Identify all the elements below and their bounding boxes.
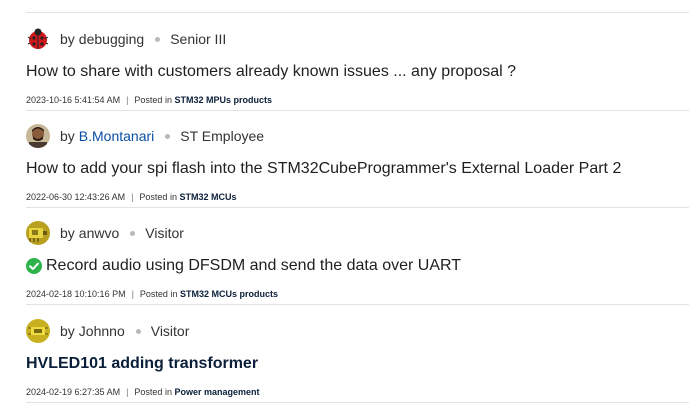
separator-dot bbox=[135, 328, 141, 334]
divider bbox=[26, 207, 689, 208]
post-timestamp: 2023-10-16 5:41:54 AM bbox=[26, 95, 121, 105]
post-title[interactable]: Record audio using DFSDM and send the da… bbox=[26, 257, 461, 275]
board-link[interactable]: STM32 MCUs products bbox=[180, 289, 278, 299]
separator-dot bbox=[130, 230, 136, 236]
divider bbox=[26, 12, 689, 13]
post-meta: 2023-10-16 5:41:54 AM | Posted in STM32 MP… bbox=[26, 95, 272, 105]
post-title-text[interactable]: How to share with customers already know… bbox=[26, 63, 516, 81]
post-item: by debugging Senior III How to share wit… bbox=[26, 26, 689, 122]
post-item: by anwvo Visitor Record audio using DFSD… bbox=[26, 220, 689, 316]
author-line: by B.Montanari ST Employee bbox=[26, 123, 264, 149]
by-label: by bbox=[60, 225, 75, 241]
post-item: by Johnno Visitor HVLED101 adding transf… bbox=[26, 318, 689, 410]
posted-in-label: Posted in bbox=[139, 192, 177, 202]
post-title[interactable]: How to share with customers already know… bbox=[26, 63, 516, 81]
author-line: by debugging Senior III bbox=[26, 26, 226, 52]
meta-separator: | bbox=[131, 289, 134, 299]
meta-separator: | bbox=[131, 192, 134, 202]
author-line: by Johnno Visitor bbox=[26, 318, 189, 344]
by-label: by bbox=[60, 31, 75, 47]
yellow-chip-icon[interactable] bbox=[26, 319, 50, 343]
post-title[interactable]: HVLED101 adding transformer bbox=[26, 355, 258, 373]
by-label: by bbox=[60, 128, 75, 144]
by-label: by bbox=[60, 323, 75, 339]
post-feed: by debugging Senior III How to share wit… bbox=[0, 0, 689, 410]
author-rank: Visitor bbox=[145, 225, 184, 241]
person-photo-icon[interactable] bbox=[26, 124, 50, 148]
board-link[interactable]: Power management bbox=[174, 387, 259, 397]
post-meta: 2022-06-30 12:43:26 AM | Posted in STM32 M… bbox=[26, 192, 236, 202]
author-line: by anwvo Visitor bbox=[26, 220, 184, 246]
post-title-text[interactable]: How to add your spi flash into the STM32… bbox=[26, 160, 621, 178]
meta-separator: | bbox=[126, 95, 129, 105]
author-link[interactable]: anwvo bbox=[79, 225, 119, 241]
posted-in-label: Posted in bbox=[134, 387, 172, 397]
divider bbox=[26, 402, 689, 403]
post-meta: 2024-02-18 10:10:16 PM | Posted in STM32 M… bbox=[26, 289, 278, 299]
ladybug-icon[interactable] bbox=[26, 27, 50, 51]
post-timestamp: 2024-02-18 10:10:16 PM bbox=[26, 289, 126, 299]
meta-separator: | bbox=[126, 387, 129, 397]
post-timestamp: 2022-06-30 12:43:26 AM bbox=[26, 192, 126, 202]
separator-dot bbox=[165, 133, 171, 139]
yellow-board-icon[interactable] bbox=[26, 221, 50, 245]
post-title-text[interactable]: Record audio using DFSDM and send the da… bbox=[46, 257, 461, 275]
author-rank: Visitor bbox=[150, 323, 190, 339]
author-link[interactable]: B.Montanari bbox=[79, 128, 154, 144]
author-rank: ST Employee bbox=[180, 128, 265, 144]
solved-check-icon bbox=[26, 258, 42, 274]
post-title-text[interactable]: HVLED101 adding transformer bbox=[26, 355, 258, 373]
posted-in-label: Posted in bbox=[139, 289, 178, 299]
board-link[interactable]: STM32 MPUs products bbox=[174, 95, 272, 105]
separator-dot bbox=[155, 36, 161, 42]
post-item: by B.Montanari ST Employee How to add yo… bbox=[26, 123, 689, 219]
divider bbox=[26, 304, 689, 305]
post-timestamp: 2024-02-19 6:27:35 AM bbox=[26, 387, 121, 397]
author-rank: Senior III bbox=[170, 31, 227, 47]
post-title[interactable]: How to add your spi flash into the STM32… bbox=[26, 160, 621, 178]
board-link[interactable]: STM32 MCUs bbox=[179, 192, 236, 202]
posted-in-label: Posted in bbox=[134, 95, 172, 105]
post-meta: 2024-02-19 6:27:35 AM | Posted in Power ma… bbox=[26, 387, 260, 397]
author-link[interactable]: debugging bbox=[79, 31, 144, 47]
author-link[interactable]: Johnno bbox=[79, 323, 125, 339]
divider bbox=[26, 110, 689, 111]
